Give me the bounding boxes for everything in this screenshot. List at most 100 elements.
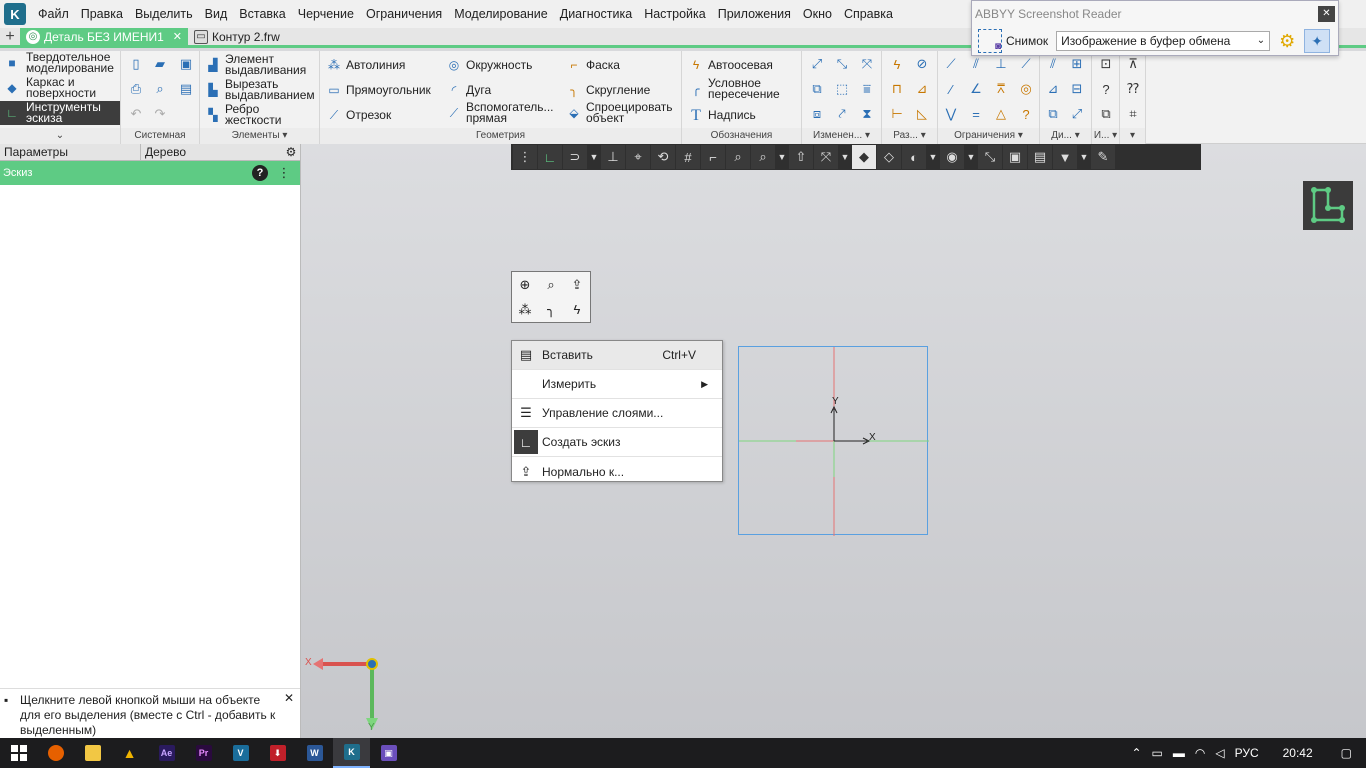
- settings-gear-icon[interactable]: ⚙: [1276, 30, 1298, 52]
- diag-2-icon[interactable]: ⊞: [1068, 55, 1086, 73]
- chevron-down-icon[interactable]: ▼: [927, 145, 939, 169]
- menu-constraints[interactable]: Ограничения: [360, 0, 448, 28]
- taskbar-kompas[interactable]: K: [333, 738, 370, 768]
- extra-3-icon[interactable]: ⌗: [1124, 105, 1142, 123]
- volume-icon[interactable]: ◁: [1215, 746, 1224, 760]
- properties-icon[interactable]: ▤: [177, 80, 195, 98]
- autoline-icon[interactable]: ⁂: [512, 297, 538, 322]
- taskbar-explorer[interactable]: [74, 738, 111, 768]
- tab-contour-frw[interactable]: ▭ Контур 2.frw: [188, 28, 298, 45]
- diag-4-icon[interactable]: ⊟: [1068, 80, 1086, 98]
- rotate-view-icon[interactable]: ⟲: [651, 145, 675, 169]
- tree-structure-icon[interactable]: ⋮: [274, 165, 294, 181]
- conditional-intersection-button[interactable]: ╭ Условное пересечение: [688, 77, 788, 100]
- new-tab-plus-icon[interactable]: +: [0, 28, 20, 45]
- diag-5-icon[interactable]: ⧉: [1044, 105, 1062, 123]
- extra-2-icon[interactable]: ⁇: [1124, 80, 1142, 98]
- help-icon[interactable]: ?: [252, 165, 268, 181]
- constraint-9-icon[interactable]: ⋁: [942, 105, 960, 123]
- constraint-4-icon[interactable]: ⟋: [1017, 55, 1035, 73]
- extrude-button[interactable]: ▟ Элемент выдавливания: [205, 53, 319, 76]
- wifi-icon[interactable]: ◠: [1195, 746, 1205, 760]
- fillet-button[interactable]: ╮ Скругление: [566, 82, 650, 98]
- sketch-mode-badge-icon[interactable]: [1303, 181, 1353, 230]
- taskbar-after-effects[interactable]: Ae: [148, 738, 185, 768]
- autoline-button[interactable]: ⁂ Автолиния: [326, 57, 405, 73]
- edit-tool-1-icon[interactable]: ⤢: [808, 55, 826, 73]
- open-folder-icon[interactable]: ▰: [151, 55, 169, 73]
- chevron-down-icon[interactable]: ▼: [776, 145, 788, 169]
- mode-sketch-tools[interactable]: ∟ Инструменты эскиза: [0, 101, 120, 125]
- grid-icon[interactable]: #: [676, 145, 700, 169]
- menu-file[interactable]: Файл: [32, 0, 75, 28]
- edit-tool-9-icon[interactable]: ⧗: [858, 105, 876, 123]
- more-dropdown-icon[interactable]: ▾: [1120, 128, 1145, 144]
- menu-item-layers[interactable]: ☰ Управление слоями...: [512, 399, 722, 428]
- menu-item-create-sketch[interactable]: ∟ Создать эскиз: [512, 428, 722, 457]
- zoom-window-icon[interactable]: ⌕: [751, 145, 775, 169]
- battery-icon[interactable]: ▬: [1173, 746, 1185, 760]
- menu-item-normal-to[interactable]: ⇪ Нормально к...: [512, 457, 722, 486]
- panel-settings-gear-icon[interactable]: ⚙: [282, 144, 300, 160]
- display-mode-icon[interactable]: ▣: [1003, 145, 1027, 169]
- filter-icon[interactable]: ▼: [1053, 145, 1077, 169]
- circle-button[interactable]: ◎ Окружность: [446, 57, 533, 73]
- dim-tool-6-icon[interactable]: ◺: [913, 105, 931, 123]
- segment-button[interactable]: ⟋ Отрезок: [326, 107, 391, 123]
- edit-tool-4-icon[interactable]: ⧉: [808, 80, 826, 98]
- chevron-down-icon[interactable]: ▼: [965, 145, 977, 169]
- grip-icon[interactable]: ⋮: [513, 145, 537, 169]
- taskbar-app-triangle[interactable]: ▲: [111, 738, 148, 768]
- taskbar-screen-reader[interactable]: ▣: [370, 738, 407, 768]
- edit-tool-2-icon[interactable]: ⤡: [833, 55, 851, 73]
- output-target-select[interactable]: Изображение в буфер обмена ⌄: [1056, 31, 1271, 51]
- arc-button[interactable]: ◜ Дуга: [446, 82, 492, 98]
- eyedropper-icon[interactable]: ✎: [1091, 145, 1115, 169]
- dim-tool-2-icon[interactable]: ⊘: [913, 55, 931, 73]
- menu-edit[interactable]: Правка: [75, 0, 129, 28]
- shaded-view-icon[interactable]: ◆: [852, 145, 876, 169]
- snapshot-region-icon[interactable]: ◙: [978, 29, 1002, 53]
- menu-insert[interactable]: Вставка: [233, 0, 291, 28]
- edit-tool-7-icon[interactable]: ⧈: [808, 105, 826, 123]
- kompas-logo-icon[interactable]: K: [4, 3, 26, 25]
- local-snap-icon[interactable]: ⌖: [626, 145, 650, 169]
- notifications-icon[interactable]: ▢: [1341, 746, 1352, 760]
- sketch-plane-frame[interactable]: Y X: [738, 346, 929, 536]
- orientation-icon[interactable]: ⤧: [814, 145, 838, 169]
- magnet-snap-icon[interactable]: ⊃: [563, 145, 587, 169]
- constraint-12-icon[interactable]: ?: [1017, 105, 1035, 123]
- misc-1-icon[interactable]: ⊡: [1097, 55, 1115, 73]
- zoom-icon[interactable]: ⌕: [726, 145, 750, 169]
- dim-tool-3-icon[interactable]: ⊓: [888, 80, 906, 98]
- rib-button[interactable]: ▚ Ребро жесткости: [205, 103, 319, 126]
- hide-icon[interactable]: ◐: [902, 145, 926, 169]
- menu-applications[interactable]: Приложения: [712, 0, 797, 28]
- print-icon[interactable]: ⎙: [127, 80, 145, 98]
- mode-expand-chevron-icon[interactable]: ⌄: [0, 128, 120, 144]
- taskbar-firefox[interactable]: [37, 738, 74, 768]
- zoom-in-icon[interactable]: ⊕: [512, 272, 538, 297]
- constraint-3-icon[interactable]: ⊥: [992, 55, 1010, 73]
- taskbar-premiere[interactable]: Pr: [185, 738, 222, 768]
- visibility-eye-icon[interactable]: ◉: [940, 145, 964, 169]
- undo-icon[interactable]: ↶: [127, 105, 145, 123]
- rectangle-button[interactable]: ▭ Прямоугольник: [326, 82, 430, 98]
- menu-help[interactable]: Справка: [838, 0, 899, 28]
- chevron-up-icon[interactable]: ⌃: [1131, 746, 1141, 760]
- tab-part-unnamed[interactable]: ◎ Деталь БЕЗ ИМЕНИ1 ✕: [20, 28, 188, 45]
- normal-to-icon[interactable]: ⇧: [789, 145, 813, 169]
- menu-drawing[interactable]: Черчение: [292, 0, 360, 28]
- constraint-2-icon[interactable]: ⫽: [967, 55, 985, 73]
- constraint-1-icon[interactable]: ⟋: [942, 55, 960, 73]
- chamfer-button[interactable]: ⌐ Фаска: [566, 57, 620, 73]
- taskbar-downloader[interactable]: ⬇: [259, 738, 296, 768]
- close-icon[interactable]: ✕: [1318, 6, 1335, 22]
- menu-window[interactable]: Окно: [797, 0, 838, 28]
- menu-select[interactable]: Выделить: [129, 0, 199, 28]
- constraint-10-icon[interactable]: =: [967, 105, 985, 123]
- aux-line-button[interactable]: ⟋ Вспомогатель... прямая: [446, 101, 558, 124]
- redo-icon[interactable]: ↷: [151, 105, 169, 123]
- tab-tree[interactable]: Дерево: [141, 144, 282, 160]
- orthogonal-icon[interactable]: ⊥: [601, 145, 625, 169]
